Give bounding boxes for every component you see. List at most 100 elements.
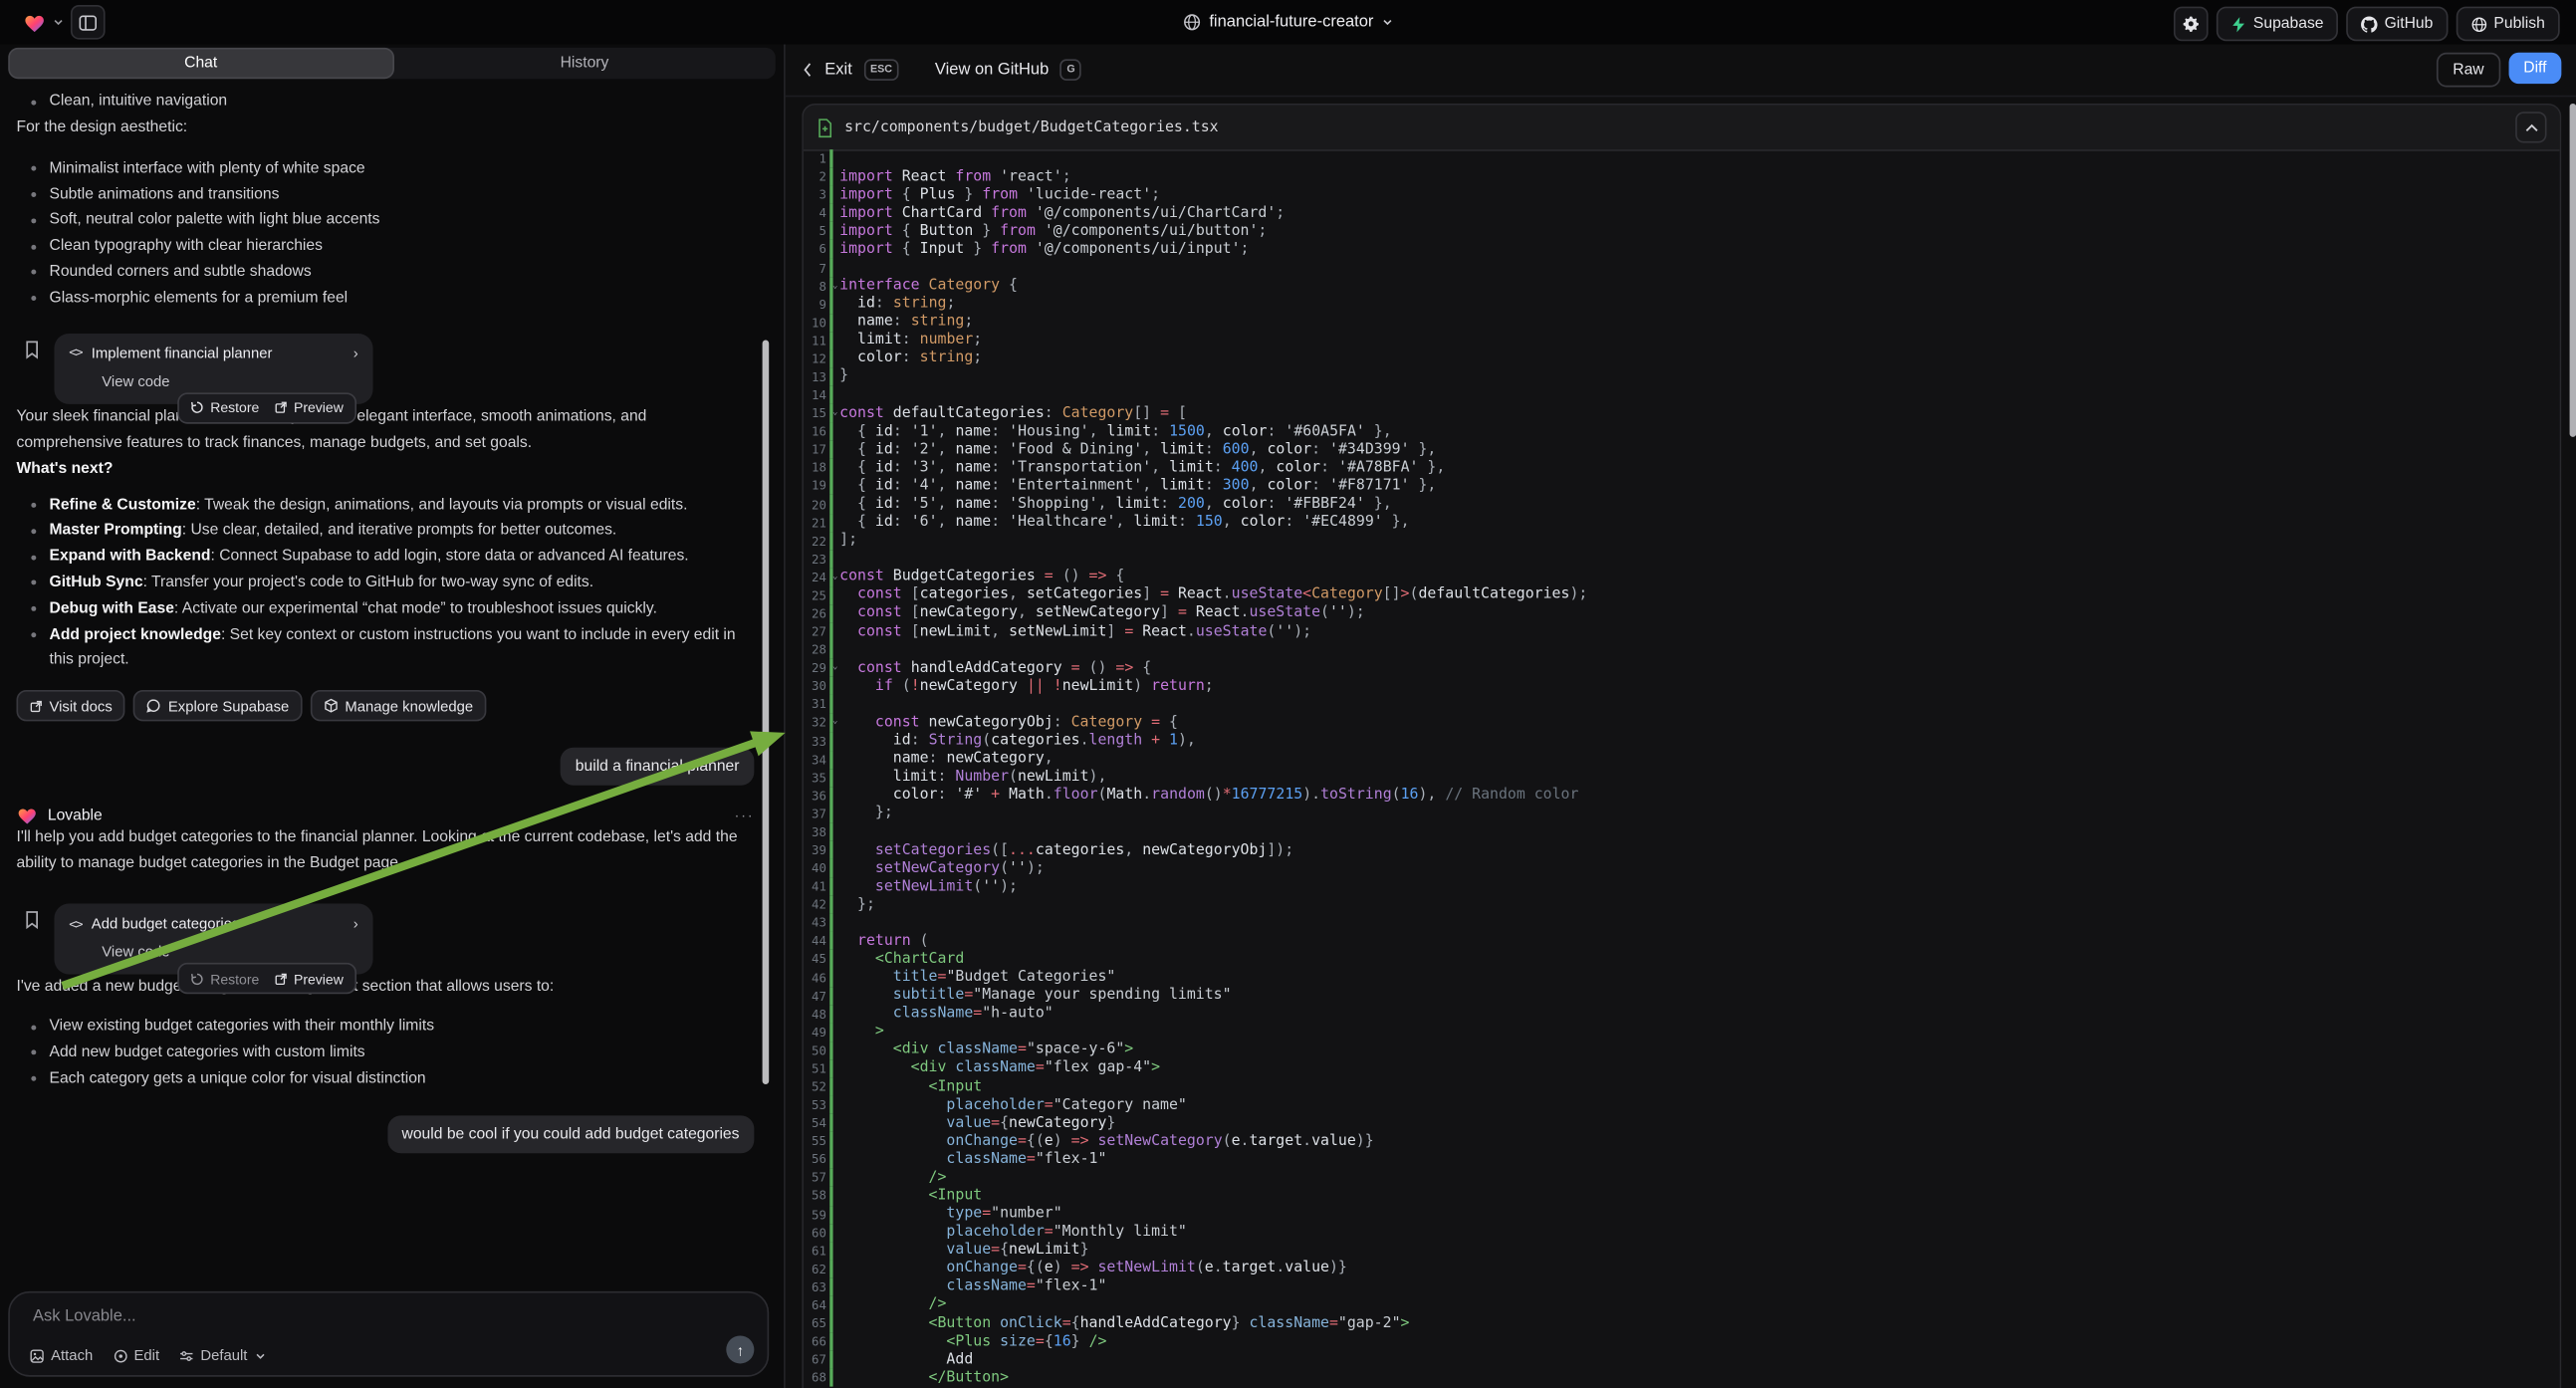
chat-history-tabs: Chat History <box>8 48 776 79</box>
code-line: 24⌄const BudgetCategories = () => { <box>804 569 2560 586</box>
line-number: 56 <box>804 1152 829 1167</box>
diff-toggle-button[interactable]: Diff <box>2508 53 2561 84</box>
publish-button[interactable]: Publish <box>2456 7 2559 42</box>
collapse-file-button[interactable] <box>2515 112 2546 142</box>
tab-chat[interactable]: Chat <box>8 48 393 79</box>
supabase-bolt-icon <box>2231 16 2246 33</box>
code-line: 36 color: '#' + Math.floor(Math.random()… <box>804 787 2560 805</box>
settings-button[interactable] <box>2175 7 2210 42</box>
bookmark-icon[interactable] <box>25 910 40 974</box>
view-on-github-button[interactable]: View on GitHub <box>935 61 1049 79</box>
restore-button[interactable]: Restore <box>190 399 259 416</box>
external-link-icon <box>30 699 43 712</box>
manage-knowledge-button[interactable]: Manage knowledge <box>311 690 487 721</box>
code-line: 13} <box>804 367 2560 385</box>
line-number: 17 <box>804 442 829 457</box>
line-number: 1 <box>804 151 829 166</box>
list-item: Debug with Ease: Activate our experiment… <box>17 596 755 622</box>
supabase-button[interactable]: Supabase <box>2218 7 2339 42</box>
restore-button[interactable]: Restore <box>190 971 259 988</box>
code-line: 59 type="number" <box>804 1205 2560 1223</box>
code-line: 44 return ( <box>804 932 2560 950</box>
code-icon: <> <box>69 346 82 360</box>
raw-toggle-button[interactable]: Raw <box>2437 53 2500 88</box>
line-number: 5 <box>804 224 829 239</box>
chat-bubble-icon <box>146 699 161 714</box>
tab-history[interactable]: History <box>393 48 776 79</box>
line-number: 59 <box>804 1207 829 1222</box>
project-name: financial-future-creator <box>1209 13 1373 31</box>
github-button[interactable]: GitHub <box>2347 7 2449 42</box>
line-number: 53 <box>804 1097 829 1112</box>
code-line: 66 <Plus size={16} /> <box>804 1332 2560 1350</box>
knowledge-box-icon <box>324 699 339 714</box>
esc-key-badge: ESC <box>863 59 898 80</box>
diff-added-gutter <box>829 914 832 932</box>
fold-caret-icon[interactable]: ⌄ <box>832 572 837 581</box>
list-item: Rounded corners and subtle shadows <box>17 260 755 286</box>
code-scrollbar[interactable] <box>2570 104 2576 437</box>
version-card-implement-financial-planner[interactable]: <> Implement financial planner › View co… <box>54 333 372 403</box>
line-number: 43 <box>804 916 829 931</box>
code-line: 67 Add <box>804 1351 2560 1369</box>
line-number: 25 <box>804 588 829 603</box>
edit-mode-button[interactable]: Edit <box>113 1347 159 1364</box>
code-lines[interactable]: 12import React from 'react';3import { Pl… <box>804 149 2560 1388</box>
view-code-link[interactable]: View code <box>102 372 357 389</box>
list-item: Clean typography with clear hierarchies <box>17 234 755 260</box>
code-view-header: Exit ESC View on GitHub G Raw Diff <box>786 45 2576 98</box>
bookmark-icon[interactable] <box>25 340 40 403</box>
code-line: 10 name: string; <box>804 314 2560 332</box>
quick-actions-row: Visit docs Explore Supabase Manage knowl… <box>17 690 755 721</box>
send-button[interactable]: ↑ <box>726 1335 754 1363</box>
chevron-down-icon <box>254 1349 266 1361</box>
fold-caret-icon[interactable]: ⌄ <box>832 662 837 672</box>
code-line: 3import { Plus } from 'lucide-react'; <box>804 186 2560 204</box>
fold-caret-icon[interactable]: ⌄ <box>832 280 837 290</box>
code-line: 46 title="Budget Categories" <box>804 969 2560 987</box>
preview-button[interactable]: Preview <box>274 399 344 416</box>
fold-caret-icon[interactable]: ⌄ <box>832 407 837 417</box>
exit-button[interactable]: Exit <box>824 61 852 79</box>
line-number: 31 <box>804 697 829 712</box>
chat-scrollbar[interactable] <box>763 341 770 1084</box>
design-intro: For the design aesthetic: <box>17 115 755 140</box>
message-menu-button[interactable]: ··· <box>735 807 755 823</box>
line-number: 62 <box>804 1262 829 1276</box>
line-number: 54 <box>804 1116 829 1131</box>
code-line: 47 subtitle="Manage your spending limits… <box>804 987 2560 1005</box>
line-number: 38 <box>804 824 829 839</box>
file-header[interactable]: src/components/budget/BudgetCategories.t… <box>804 106 2560 151</box>
line-number: 48 <box>804 1007 829 1022</box>
view-code-link[interactable]: View code <box>102 943 357 960</box>
version-card-add-budget-categories[interactable]: <> Add budget categories › View code Res… <box>54 904 372 975</box>
diff-added-gutter <box>829 149 832 167</box>
fold-caret-icon[interactable]: ⌄ <box>832 717 837 727</box>
chat-input[interactable] <box>30 1306 530 1327</box>
code-line: 17 { id: '2', name: 'Food & Dining', lim… <box>804 441 2560 459</box>
list-item: Refine & Customize: Tweak the design, an… <box>17 492 755 518</box>
code-line: 39 setCategories([...categories, newCate… <box>804 841 2560 859</box>
user-message-row: build a financial planner <box>17 748 755 786</box>
code-line: 40 setNewCategory(''); <box>804 859 2560 877</box>
diff-added-gutter <box>829 386 832 404</box>
code-line: 48 className="h-auto" <box>804 1005 2560 1023</box>
line-number: 39 <box>804 842 829 857</box>
edit-target-icon <box>113 1348 127 1363</box>
attach-button[interactable]: Attach <box>30 1347 94 1364</box>
code-line: 5import { Button } from '@/components/ui… <box>804 222 2560 240</box>
code-line: 32⌄ const newCategoryObj: Category = { <box>804 714 2560 732</box>
list-item: Minimalist interface with plenty of whit… <box>17 155 755 181</box>
preview-button[interactable]: Preview <box>274 971 344 988</box>
line-number: 34 <box>804 752 829 767</box>
list-item: GitHub Sync: Transfer your project's cod… <box>17 570 755 595</box>
chat-message-list[interactable]: Clean, intuitive navigation For the desi… <box>0 83 784 1295</box>
whats-next-heading: What's next? <box>17 456 755 482</box>
visit-docs-button[interactable]: Visit docs <box>17 690 125 721</box>
line-number: 28 <box>804 642 829 657</box>
explore-supabase-button[interactable]: Explore Supabase <box>133 690 302 721</box>
line-number: 15⌄ <box>804 406 829 421</box>
code-line: 12 color: string; <box>804 349 2560 367</box>
assistant-paragraph: I'll help you add budget categories to t… <box>17 825 755 878</box>
model-selector[interactable]: Default <box>179 1347 266 1364</box>
